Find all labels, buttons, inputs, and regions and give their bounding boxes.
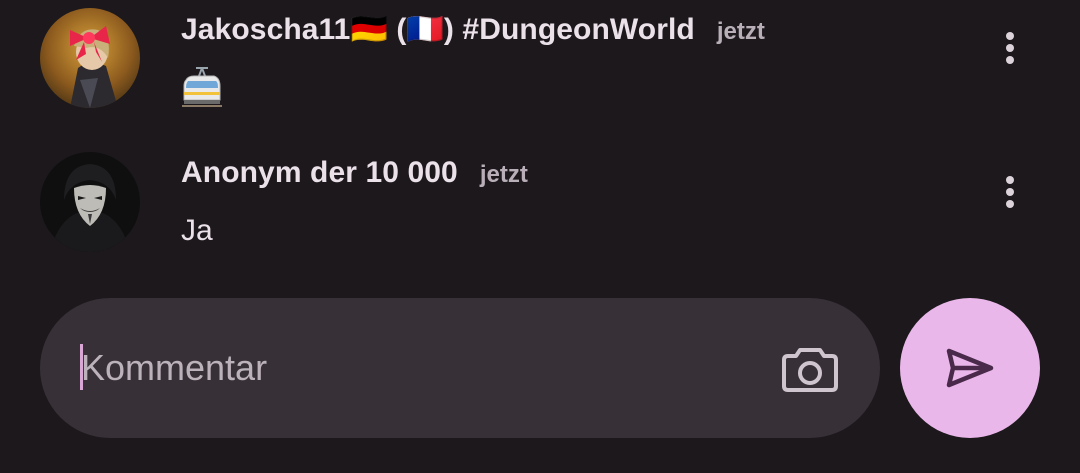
timestamp: jetzt <box>479 161 528 188</box>
send-icon <box>946 348 994 388</box>
text-cursor <box>80 344 83 390</box>
avatar[interactable] <box>40 152 140 252</box>
send-button[interactable] <box>900 298 1040 438</box>
avatar[interactable] <box>40 8 140 108</box>
comment-item: Anonym der 10 000 jetzt Ja <box>0 152 1080 254</box>
tram-icon <box>182 66 222 108</box>
comment-composer <box>40 298 880 438</box>
comment-input[interactable] <box>81 340 761 396</box>
more-vert-icon <box>1006 32 1014 64</box>
camera-button[interactable] <box>780 338 840 398</box>
avatar-image <box>40 8 140 108</box>
more-options-button[interactable] <box>990 28 1030 68</box>
comment-text: Ja <box>181 214 213 247</box>
comment-header: Jakoscha11🇩🇪 (🇫🇷) #DungeonWorld jetzt <box>181 12 765 47</box>
author-name[interactable]: Jakoscha11🇩🇪 (🇫🇷) #DungeonWorld <box>181 12 695 47</box>
more-options-button[interactable] <box>990 172 1030 212</box>
comments-screen: Jakoscha11🇩🇪 (🇫🇷) #DungeonWorld jetzt An… <box>0 0 1080 473</box>
comment-item: Jakoscha11🇩🇪 (🇫🇷) #DungeonWorld jetzt <box>0 8 1080 108</box>
avatar-image <box>40 152 140 252</box>
timestamp: jetzt <box>716 18 765 45</box>
camera-icon <box>782 348 838 392</box>
author-name[interactable]: Anonym der 10 000 <box>181 156 458 190</box>
comment-header: Anonym der 10 000 jetzt <box>181 156 528 190</box>
more-vert-icon <box>1006 176 1014 208</box>
